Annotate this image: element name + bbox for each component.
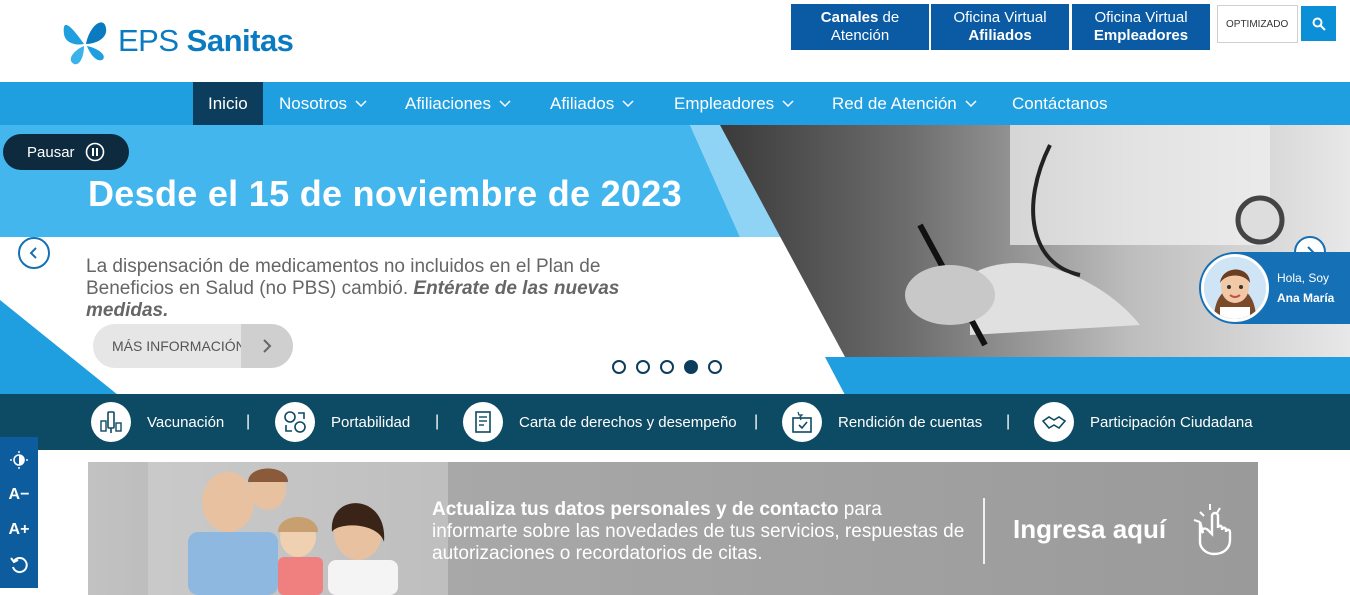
reset-button[interactable]: [9, 553, 29, 577]
document-icon: [463, 402, 503, 442]
hero-title: Desde el 15 de noviembre de 2023: [88, 173, 682, 214]
search-input[interactable]: OPTIMIZADO: [1217, 5, 1298, 43]
carousel-dot[interactable]: [660, 360, 674, 374]
hero-body: La dispensación de medicamentos no inclu…: [86, 256, 620, 321]
carousel-dot-active[interactable]: [684, 360, 698, 374]
contrast-icon: [10, 451, 28, 470]
shortcut-carta-de-derechos[interactable]: Carta de derechos y desempeño: [463, 394, 737, 450]
banner-divider: [983, 498, 985, 564]
chevron-down-icon: [499, 99, 511, 107]
nav-item-empleadores[interactable]: Empleadores: [674, 82, 794, 125]
chevron-down-icon: [782, 99, 794, 107]
chevron-left-icon: [29, 247, 37, 259]
nav-item-red-de-atencion[interactable]: Red de Atención: [832, 82, 977, 125]
search-button[interactable]: [1301, 6, 1336, 41]
shortcut-separator: |: [246, 413, 251, 430]
shortcut-participacion-ciudadana[interactable]: Participación Ciudadana: [1034, 394, 1253, 450]
oficina-virtual-empleadores-button[interactable]: Oficina Virtual Empleadores: [1072, 4, 1210, 50]
shortcut-rendicion-de-cuentas[interactable]: Rendición de cuentas: [782, 394, 982, 450]
mas-informacion-button[interactable]: MÁS INFORMACIÓN: [93, 324, 293, 368]
portability-icon: [275, 402, 315, 442]
decrease-font-button[interactable]: A−: [9, 483, 30, 507]
shortcuts-bar: Vacunación | Portabilidad | Carta de der…: [0, 394, 1350, 450]
reset-icon: [10, 556, 28, 573]
page: EPS Sanitas Canales de Atención Oficina …: [0, 0, 1350, 595]
family-photo: [148, 462, 448, 595]
brand-name: EPS Sanitas: [118, 23, 294, 58]
brand-logo[interactable]: EPS Sanitas: [60, 14, 294, 68]
banner-message: Actualiza tus datos personales y de cont…: [432, 499, 965, 564]
assistant-avatar: [1201, 254, 1269, 322]
nav-item-contactanos[interactable]: Contáctanos: [1012, 82, 1107, 125]
shortcut-vacunacion[interactable]: Vacunación: [91, 394, 224, 450]
carousel-prev-button[interactable]: [18, 237, 50, 269]
oficina-virtual-afiliados-button[interactable]: Oficina Virtual Afiliados: [931, 4, 1069, 50]
shortcut-separator: |: [435, 413, 440, 430]
chevron-down-icon: [965, 99, 977, 107]
nav-item-afiliaciones[interactable]: Afiliaciones: [405, 82, 511, 125]
update-data-banner[interactable]: Actualiza tus datos personales y de cont…: [88, 462, 1258, 595]
chat-greeting: Hola, Soy Ana María: [1277, 271, 1335, 305]
chevron-down-icon: [355, 99, 367, 107]
chevron-down-icon: [622, 99, 634, 107]
ingresa-aqui-link[interactable]: Ingresa aquí: [1013, 514, 1166, 545]
accountability-icon: [782, 402, 822, 442]
butterfly-logo-icon: [63, 22, 107, 65]
chat-assistant-widget[interactable]: Hola, Soy Ana María: [1199, 252, 1350, 324]
accessibility-toolbar: A− A+: [0, 437, 38, 588]
shortcut-separator: |: [754, 413, 759, 430]
pause-icon: [85, 142, 104, 162]
shortcut-separator: |: [1006, 413, 1011, 430]
click-hand-icon: [1193, 504, 1232, 556]
carousel-dot[interactable]: [636, 360, 650, 374]
canales-de-atencion-button[interactable]: Canales de Atención: [791, 4, 929, 50]
shortcut-portabilidad[interactable]: Portabilidad: [275, 394, 410, 450]
nav-item-afiliados[interactable]: Afiliados: [550, 82, 634, 125]
increase-font-button[interactable]: A+: [9, 518, 30, 542]
nav-item-nosotros[interactable]: Nosotros: [279, 82, 367, 125]
pause-carousel-button[interactable]: Pausar: [3, 134, 129, 170]
carousel-dot[interactable]: [708, 360, 722, 374]
search-icon: [1312, 17, 1326, 31]
carousel-dot[interactable]: [612, 360, 626, 374]
main-nav: Inicio Nosotros Afiliaciones Afiliados E…: [0, 82, 1350, 125]
chevron-right-icon: [241, 324, 293, 368]
handshake-icon: [1034, 402, 1074, 442]
vaccine-icon: [91, 402, 131, 442]
nav-item-inicio[interactable]: Inicio: [193, 82, 263, 125]
carousel-dots: [612, 360, 722, 374]
contrast-toggle-button[interactable]: [9, 448, 29, 472]
